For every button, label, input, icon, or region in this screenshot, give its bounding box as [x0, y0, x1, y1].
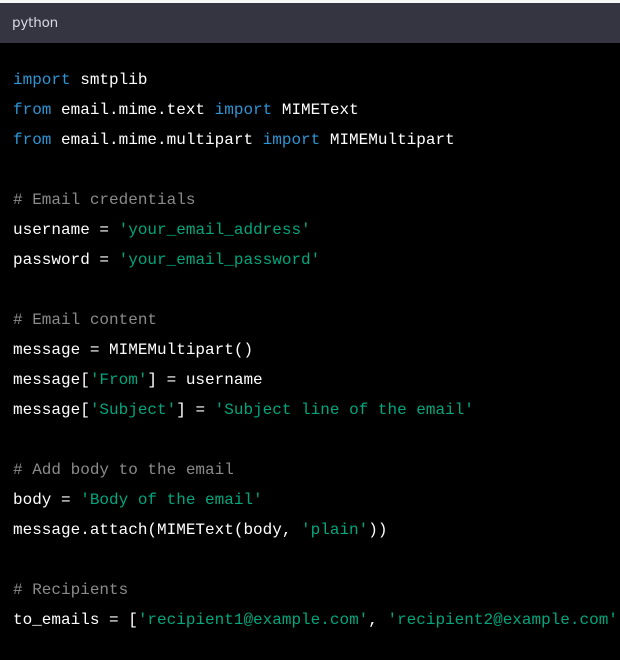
code-text-token: , [368, 611, 388, 629]
code-text-token: message.attach(MIMEText(body, [13, 521, 302, 539]
code-line: message.attach(MIMEText(body, 'plain')) [13, 515, 620, 545]
code-text-token: )) [368, 521, 388, 539]
keyword-token: import [13, 71, 71, 89]
code-text-token: password = [13, 251, 119, 269]
code-text-token: to_emails = [ [13, 611, 138, 629]
code-block: python import smtplib from email.mime.tex… [0, 3, 620, 635]
blank-code-line [13, 275, 620, 305]
code-text-token: message[ [13, 401, 90, 419]
code-line: # Email content [13, 305, 620, 335]
comment-token: # Email content [13, 311, 158, 329]
code-line: from email.mime.text import MIMEText [13, 95, 620, 125]
string-token: 'Subject line of the email' [214, 401, 474, 419]
language-label: python [12, 15, 59, 31]
code-text-token: body = [13, 491, 81, 509]
string-token: 'Body of the email' [80, 491, 263, 509]
string-token: 'From' [89, 371, 148, 389]
code-text-token: ] = username [147, 371, 263, 389]
code-text-token: message = MIMEMultipart() [13, 341, 254, 359]
code-text-token: MIMEText [272, 101, 359, 119]
code-line: message['From'] = username [13, 365, 620, 395]
code-text-token: email.mime.text [51, 101, 215, 119]
string-token: 'recipient1@example.com' [137, 611, 369, 629]
string-token: 'plain' [301, 521, 369, 539]
code-line: # Email credentials [13, 185, 620, 215]
string-token: 'Subject' [89, 401, 177, 419]
code-line: message['Subject'] = 'Subject line of th… [13, 395, 620, 425]
code-text-token: username = [13, 221, 119, 239]
comment-token: # Recipients [13, 581, 129, 599]
code-text-token: ] = [176, 401, 215, 419]
blank-code-line [13, 545, 620, 575]
code-line: password = 'your_email_password' [13, 245, 620, 275]
keyword-token: import [214, 101, 273, 119]
blank-code-line [13, 155, 620, 185]
code-text-token: message[ [13, 371, 90, 389]
code-content[interactable]: import smtplib from email.mime.text impor… [0, 43, 620, 635]
code-line: # Recipients [13, 575, 620, 605]
code-line: # Add body to the email [13, 455, 620, 485]
comment-token: # Email credentials [13, 191, 196, 209]
code-line: from email.mime.multipart import MIMEMul… [13, 125, 620, 155]
comment-token: # Add body to the email [13, 461, 234, 479]
string-token: 'your_email_password' [118, 251, 321, 269]
string-token: 'recipient2@example.com' [387, 611, 618, 629]
code-text-token: email.mime.multipart [51, 131, 263, 149]
code-line: message = MIMEMultipart() [13, 335, 620, 365]
code-line: body = 'Body of the email' [13, 485, 620, 515]
code-text-token: smtplib [70, 71, 148, 89]
keyword-token: from [13, 131, 52, 149]
code-line: import smtplib [13, 65, 620, 95]
code-block-header: python [0, 3, 620, 43]
string-token: 'your_email_address' [118, 221, 311, 239]
code-line: username = 'your_email_address' [13, 215, 620, 245]
keyword-token: import [262, 131, 321, 149]
blank-code-line [13, 425, 620, 455]
code-line: to_emails = ['recipient1@example.com', '… [13, 605, 620, 635]
keyword-token: from [13, 101, 52, 119]
code-text-token: MIMEMultipart [320, 131, 455, 149]
